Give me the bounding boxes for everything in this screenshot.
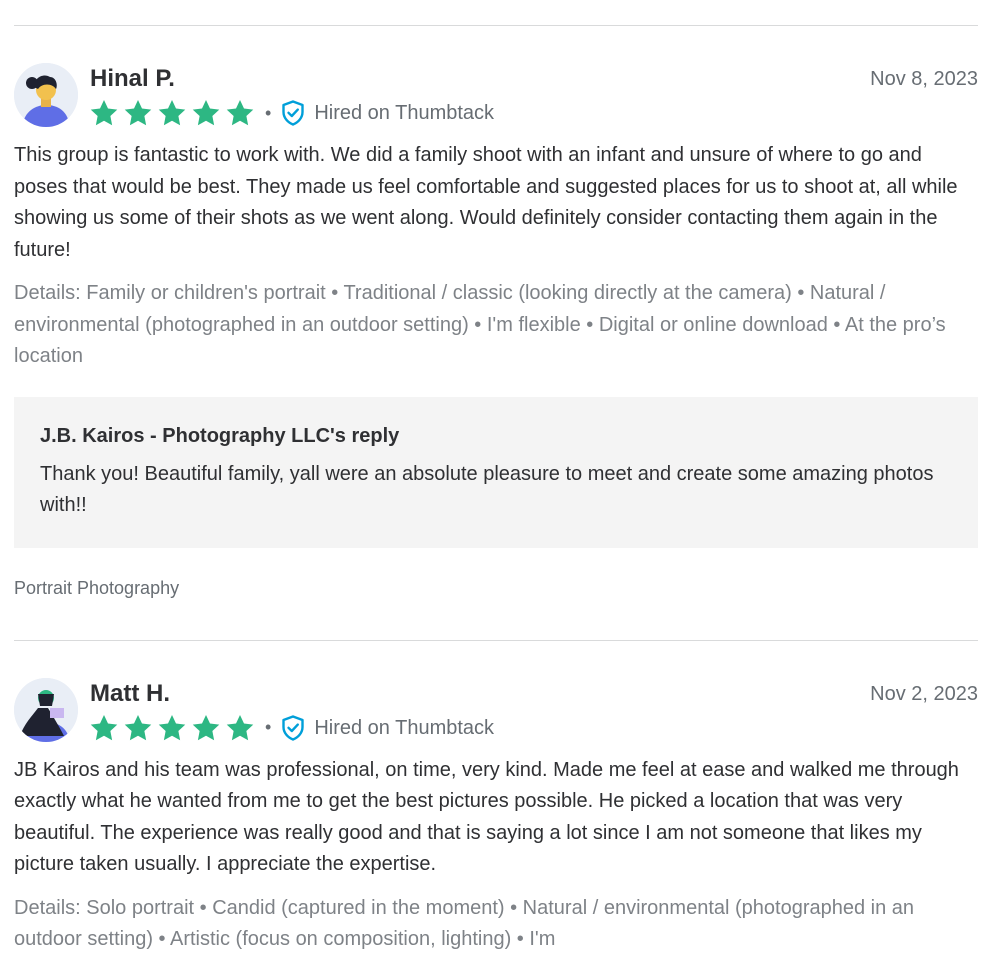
reply-text: Thank you! Beautiful family, yall were a… — [40, 462, 934, 517]
shield-check-icon — [282, 100, 305, 126]
star-icon — [158, 100, 186, 126]
divider — [14, 25, 978, 26]
avatar-icon — [14, 677, 78, 742]
star-icon — [192, 714, 220, 740]
rating-row: • Hired on Thumbtack — [89, 97, 494, 129]
star-icon — [90, 100, 118, 126]
separator-dot: • — [265, 717, 272, 737]
star-icon — [90, 714, 118, 740]
review-item: Hinal P. Nov 8, 2023 • Hired on Thumbtac… — [14, 63, 978, 600]
reply-title: J.B. Kairos - Photography LLC's reply — [40, 424, 400, 447]
review-date: Nov 2, 2023 — [870, 682, 978, 705]
review-header: Matt H. Nov 2, 2023 • Hired on Thumbtack — [14, 677, 978, 744]
review-details: Details: Solo portrait • Candid (capture… — [14, 896, 915, 951]
review-date: Nov 8, 2023 — [870, 68, 978, 90]
hired-badge: Hired on Thumbtack — [314, 716, 495, 739]
review-details: Details: Family or children's portrait •… — [14, 282, 946, 367]
separator-dot: • — [265, 102, 272, 123]
star-icon — [226, 100, 254, 126]
review-text: JB Kairos and his team was professional,… — [14, 758, 959, 876]
rating-row: • Hired on Thumbtack — [89, 712, 494, 744]
avatar-icon — [14, 63, 78, 127]
review-item: Matt H. Nov 2, 2023 • Hired on Thumbtack — [14, 677, 978, 956]
reviewer-name: Hinal P. — [90, 65, 175, 92]
star-rating — [89, 98, 259, 128]
reviewer-name: Matt H. — [90, 679, 170, 707]
star-icon — [124, 100, 152, 126]
star-icon — [158, 714, 186, 740]
star-icon — [192, 100, 220, 126]
star-icon — [124, 714, 152, 740]
review-text: This group is fantastic to work with. We… — [14, 144, 958, 261]
shield-check-icon — [282, 714, 305, 741]
service-category: Portrait Photography — [14, 577, 180, 598]
review-list: Hinal P. Nov 8, 2023 • Hired on Thumbtac… — [14, 0, 978, 956]
pro-reply: J.B. Kairos - Photography LLC's reply Th… — [14, 396, 978, 548]
star-icon — [226, 714, 254, 740]
divider — [14, 639, 978, 641]
star-rating — [89, 713, 259, 743]
review-header: Hinal P. Nov 8, 2023 • Hired on Thumbtac… — [14, 63, 978, 129]
hired-badge: Hired on Thumbtack — [314, 102, 495, 124]
